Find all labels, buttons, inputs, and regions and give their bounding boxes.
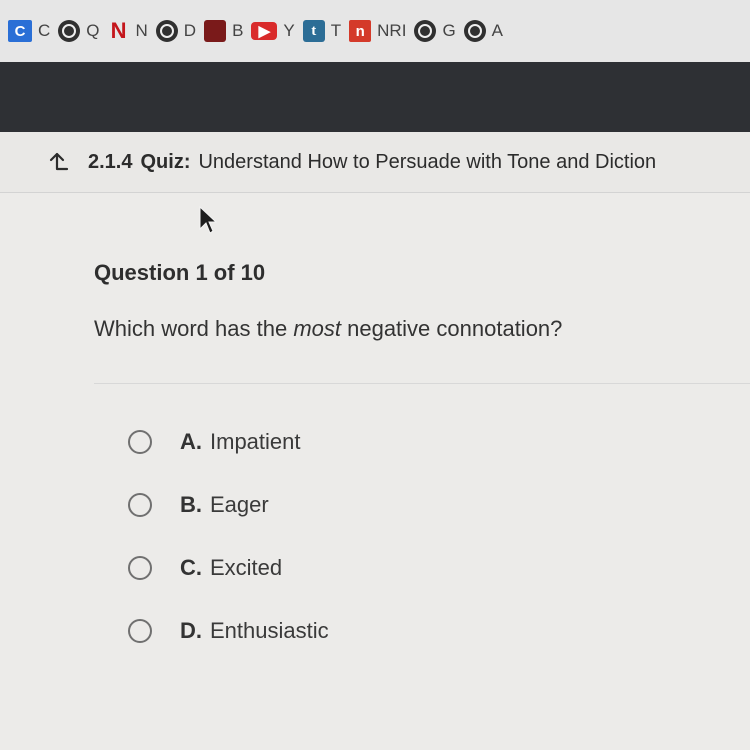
bookmark-g[interactable]: G — [414, 16, 456, 46]
mouse-cursor-icon — [198, 205, 218, 240]
question-counter: Question 1 of 10 — [94, 260, 266, 285]
option-letter: A. — [180, 429, 202, 454]
bookmark-n[interactable]: N N — [108, 16, 148, 46]
bookmark-label: N — [135, 21, 148, 40]
option-letter: D. — [180, 618, 202, 643]
bookmark-b[interactable]: B — [204, 16, 243, 46]
option-letter: B. — [180, 492, 202, 517]
question-text-after: negative connotation? — [341, 316, 563, 341]
bookmark-label: NRI — [377, 21, 407, 40]
answer-option-c[interactable]: C. Excited — [128, 550, 329, 586]
bookmark-label: D — [183, 21, 197, 40]
bookmark-a[interactable]: A — [463, 16, 504, 46]
bookmark-t[interactable]: t T — [302, 16, 342, 46]
quiz-number: 2.1.4 — [88, 150, 133, 173]
option-text: Excited — [210, 555, 283, 580]
bookmark-label: C — [38, 21, 51, 40]
quiz-header: 2.1.4 Quiz: Understand How to Persuade w… — [0, 132, 750, 193]
bookmark-q[interactable]: Q — [58, 16, 100, 46]
radio-button[interactable] — [128, 556, 152, 580]
bookmark-label: A — [491, 21, 504, 40]
answer-option-a[interactable]: A. Impatient — [128, 424, 329, 460]
question-text: Which word has the most negative connota… — [94, 316, 562, 342]
globe-icon — [155, 20, 178, 42]
question-text-emphasis: most — [293, 316, 341, 341]
answer-option-d[interactable]: D. Enthusiastic — [128, 613, 329, 649]
globe-icon — [414, 20, 437, 42]
bookmark-label: Q — [86, 21, 100, 40]
bookmark-c[interactable]: C C — [8, 16, 50, 46]
quiz-title: Understand How to Persuade with Tone and… — [198, 150, 657, 173]
tumblr-icon: t — [302, 20, 325, 42]
bookmark-label: G — [442, 21, 456, 40]
option-letter: C. — [180, 555, 202, 580]
answer-option-b[interactable]: B. Eager — [128, 487, 329, 523]
globe-icon — [58, 20, 81, 42]
radio-button[interactable] — [128, 430, 152, 454]
book-icon — [204, 20, 227, 42]
globe-icon — [463, 20, 486, 42]
netflix-icon: N — [110, 18, 127, 43]
option-text: Impatient — [210, 429, 301, 454]
top-nav-band — [0, 62, 750, 132]
nri-icon: n — [349, 20, 372, 42]
radio-button[interactable] — [128, 493, 152, 517]
back-arrow-icon[interactable] — [42, 147, 72, 177]
question-text-before: Which word has the — [94, 316, 294, 341]
bookmark-nri[interactable]: n NRI — [349, 16, 406, 46]
divider — [94, 383, 750, 384]
bookmark-label: T — [330, 21, 342, 40]
quiz-kind: Quiz: — [140, 150, 191, 173]
bookmarks-bar: C C Q N N D B ▶ Y t T n NRI G A — [0, 0, 750, 62]
classlink-icon: C — [8, 20, 32, 42]
bookmark-y[interactable]: ▶ Y — [251, 16, 295, 46]
bookmark-d[interactable]: D — [155, 16, 197, 46]
answer-options: A. Impatient B. Eager C. Excited D. Enth… — [128, 424, 329, 676]
option-text: Enthusiastic — [210, 618, 329, 643]
bookmark-label: Y — [283, 21, 295, 40]
bookmark-label: B — [232, 21, 244, 40]
youtube-icon: ▶ — [251, 22, 278, 40]
radio-button[interactable] — [128, 619, 152, 643]
option-text: Eager — [210, 492, 269, 517]
